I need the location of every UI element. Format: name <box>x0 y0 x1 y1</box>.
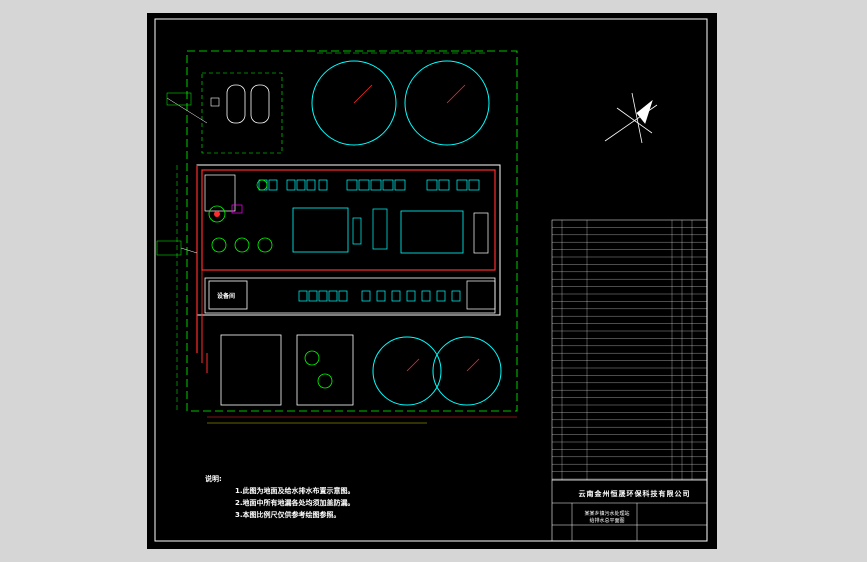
drawing-notes: 说明: 1.此图为地面及给水排水布置示意图。 2.地面中所有地漏各处均须加盖防漏… <box>205 473 355 521</box>
equipment-row-top <box>258 179 480 191</box>
outer-frame <box>154 18 708 542</box>
process-tank-1 <box>292 207 349 253</box>
callout-b <box>156 240 182 256</box>
site-plan-drawing <box>154 18 708 542</box>
structure-outline <box>201 169 496 271</box>
sludge-tank <box>220 334 282 406</box>
pump-zone <box>201 72 283 154</box>
drawing-title: 某某乡镇污水处理站 给排水总平面图 <box>577 511 637 525</box>
small-box <box>210 97 220 107</box>
main-building <box>196 164 501 316</box>
small-tank-b <box>250 84 270 124</box>
pump-row <box>211 237 273 253</box>
note-3: 3.本图比例尺仅供参考绘图参照。 <box>235 511 341 519</box>
parts-table <box>551 219 708 481</box>
property-boundary <box>186 50 518 412</box>
small-tank-a <box>226 84 246 124</box>
note-1: 1.此图为地面及给水排水布置示意图。 <box>235 487 355 495</box>
drawing-sheet: 说明: 1.此图为地面及给水排水布置示意图。 2.地面中所有地漏各处均须加盖防漏… <box>147 13 717 549</box>
equipment-room-label: 设备间 <box>217 293 236 300</box>
company-name: 云南金州恒晟环保科技有限公司 <box>578 490 691 498</box>
parts-table-rows <box>552 220 707 480</box>
drawing-title-line2: 给排水总平面图 <box>589 518 625 524</box>
north-arrow <box>604 92 658 144</box>
equipment-row-mid <box>298 290 461 302</box>
corridor <box>204 277 496 314</box>
process-tank-2 <box>400 210 464 254</box>
drawing-title-line1: 某某乡镇污水处理站 <box>584 511 630 517</box>
notes-heading: 说明: <box>205 475 222 483</box>
left-room <box>204 174 236 212</box>
clarifier-box <box>296 334 354 406</box>
note-2: 2.地面中所有地漏各处均须加盖防漏。 <box>235 499 355 507</box>
